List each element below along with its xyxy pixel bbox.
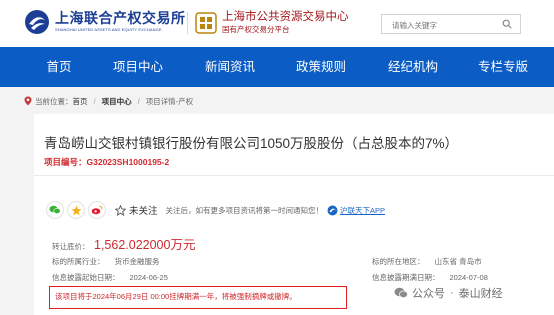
main-nav: 首页 项目中心 新闻资讯 政策规则 经纪机构 专栏专版: [0, 47, 554, 87]
site-header: 上海联合产权交易所 SHANGHAI UNITED ASSETS AND EQU…: [0, 0, 554, 47]
watermark-platform: 公众号: [412, 288, 445, 300]
sueae-name-cn: 上海联合产权交易所: [55, 11, 186, 27]
start-date-value: 2024-06-25: [129, 273, 168, 282]
location-pin-icon: [24, 96, 32, 106]
search-box: [381, 14, 521, 35]
nav-item-projects[interactable]: 项目中心: [98, 47, 178, 87]
search-button[interactable]: [496, 17, 518, 31]
wechat-icon: [49, 205, 61, 215]
nav-item-home[interactable]: 首页: [19, 47, 99, 87]
nav-item-brokers[interactable]: 经纪机构: [373, 47, 453, 87]
price-value: 1,562.022000万元: [94, 238, 196, 252]
sueae-name-en: SHANGHAI UNITED ASSETS AND EQUITY EXCHAN…: [55, 27, 162, 32]
wechat-official-account-icon: [394, 287, 408, 298]
price-row: 转让底价： 1,562.022000万元: [52, 234, 195, 253]
watermark-dot: ·: [450, 287, 454, 299]
end-date-label: 信息披露期满日期：: [372, 273, 440, 282]
card-divider: [34, 175, 554, 176]
app-link[interactable]: 沪联天下APP: [327, 205, 385, 216]
sueae-logo[interactable]: 上海联合产权交易所 SHANGHAI UNITED ASSETS AND EQU…: [24, 9, 186, 35]
nav-item-policies[interactable]: 政策规则: [281, 47, 361, 87]
logo-divider: [187, 12, 188, 34]
search-icon: [502, 19, 512, 29]
share-qzone-button[interactable]: [67, 201, 85, 219]
nav-item-news[interactable]: 新闻资讯: [190, 47, 270, 87]
project-title: 青岛崂山交银村镇银行股份有限公司1050万股股份（占总股本的7%）: [44, 136, 459, 151]
breadcrumb-separator: /: [137, 96, 140, 106]
price-label: 转让底价：: [52, 242, 90, 251]
watermark: 公众号 · 泰山财经: [394, 285, 503, 301]
breadcrumb-separator: /: [93, 96, 96, 106]
public-resource-subtitle: 国有产权交易分平台: [222, 25, 290, 34]
project-number: 项目编号：G32023SH1000195-2: [44, 156, 169, 168]
public-resource-emblem-icon: [195, 11, 217, 34]
start-date-label: 信息披露起始日期：: [52, 273, 120, 282]
follow-notify-text: 关注后，如有更多项目资讯将第一时间通知您！: [165, 205, 324, 215]
watermark-account: 泰山财经: [458, 288, 503, 300]
end-date-value: 2024-07-08: [449, 273, 488, 282]
location-value: 山东省 青岛市: [434, 257, 482, 266]
breadcrumb-current: 项目详情-产权: [145, 96, 194, 106]
industry-label: 标的所属行业：: [52, 257, 105, 266]
weibo-icon: [91, 205, 103, 215]
breadcrumb-prefix: 当前位置：: [35, 96, 73, 106]
sueae-logo-mark-icon: [25, 10, 49, 34]
end-date-row: 信息披露期满日期： 2024-07-08: [372, 272, 488, 283]
project-number-value: G32023SH1000195-2: [86, 157, 170, 167]
app-link-label: 沪联天下APP: [340, 205, 386, 215]
star-outline-icon: [115, 204, 126, 216]
share-wechat-button[interactable]: [46, 201, 64, 219]
share-weibo-button[interactable]: [88, 201, 106, 219]
app-logo-icon: [327, 205, 338, 215]
share-row: 未关注 关注后，如有更多项目资讯将第一时间通知您！ 沪联天下APP: [46, 200, 385, 220]
industry-row: 标的所属行业： 货币金融服务: [52, 256, 160, 267]
delisting-notice: 该项目将于2024年06月29日 00:00挂牌期满一年，将被强制摘牌或撤牌。: [49, 286, 347, 309]
public-resource-logo[interactable]: 上海市公共资源交易中心 国有产权交易分平台: [195, 10, 349, 35]
breadcrumb-projects[interactable]: 项目中心: [102, 96, 132, 107]
location-label: 标的所在地区：: [372, 257, 425, 266]
industry-value: 货币金融服务: [114, 257, 160, 266]
breadcrumb-home[interactable]: 首页: [73, 96, 88, 107]
location-row: 标的所在地区： 山东省 青岛市: [372, 256, 482, 267]
project-number-label: 项目编号：: [44, 157, 87, 167]
follow-toggle[interactable]: 未关注: [115, 203, 158, 217]
qzone-icon: [71, 205, 81, 215]
search-input[interactable]: [382, 16, 494, 35]
public-resource-name: 上海市公共资源交易中心: [222, 11, 349, 23]
follow-label: 未关注: [129, 206, 158, 217]
nav-item-columns[interactable]: 专栏专版: [463, 47, 543, 87]
start-date-row: 信息披露起始日期： 2024-06-25: [52, 272, 168, 283]
breadcrumb: 当前位置： 首页 / 项目中心 / 项目详情-产权: [24, 94, 193, 108]
